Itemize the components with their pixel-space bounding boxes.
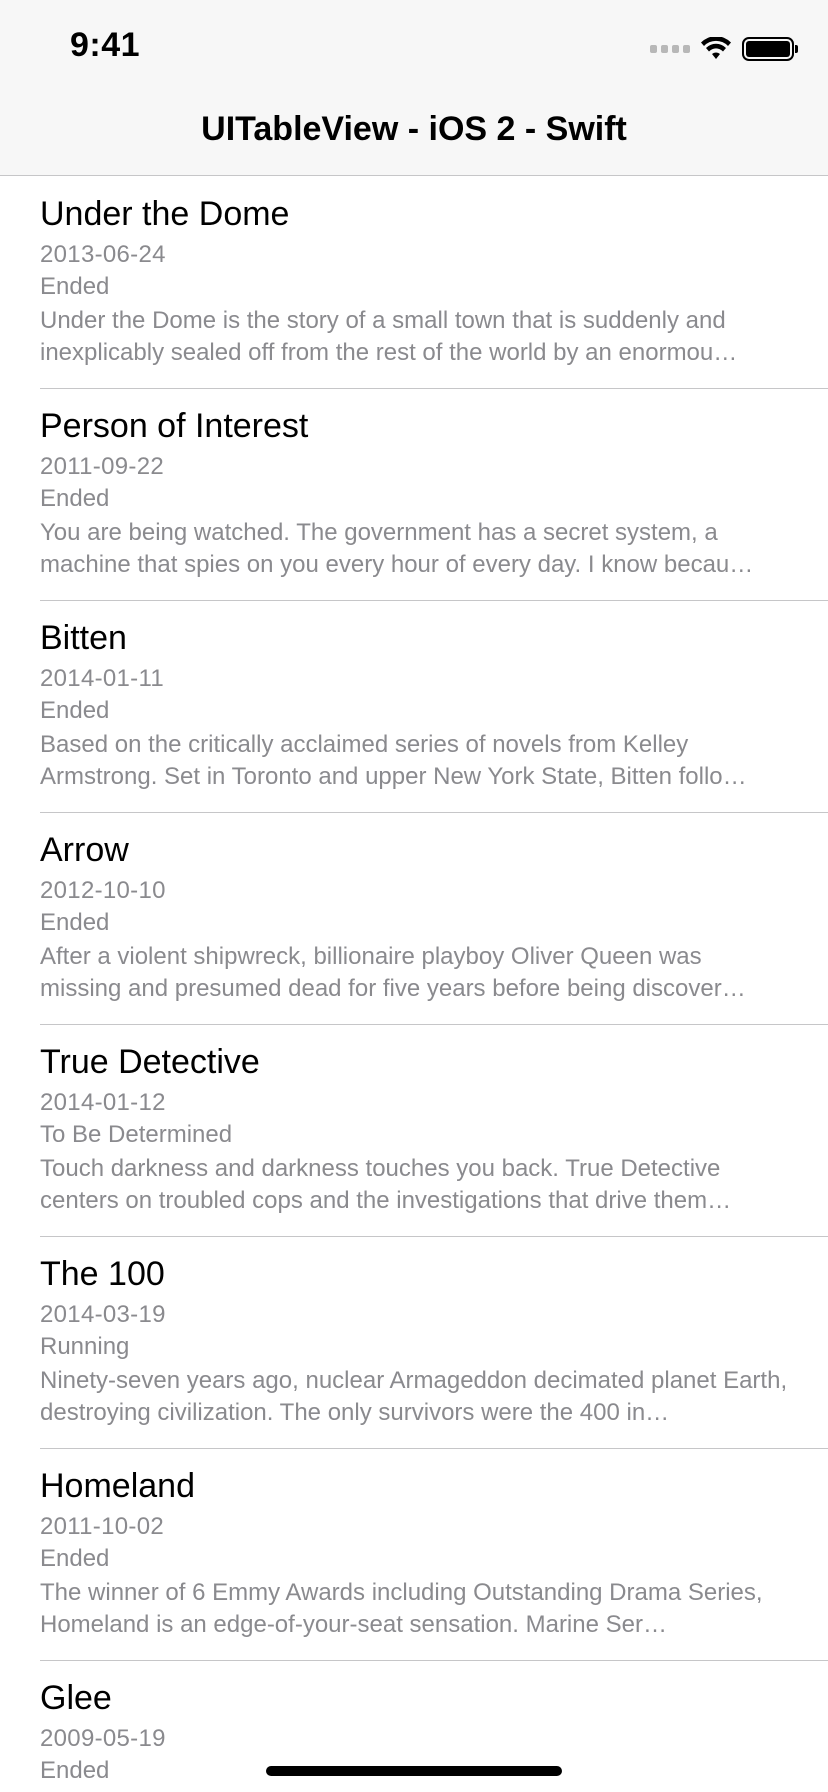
show-description: You are being watched. The government ha… <box>40 519 754 578</box>
table-row[interactable]: Arrow 2012-10-10 Ended After a violent s… <box>0 813 828 1025</box>
show-premiere-date: 2014-01-12 <box>40 1089 166 1116</box>
show-status: Running <box>40 1333 130 1360</box>
show-description: Under the Dome is the story of a small t… <box>40 307 738 366</box>
table-row[interactable]: Person of Interest 2011-09-22 Ended You … <box>0 389 828 601</box>
show-premiere-date: 2011-10-02 <box>40 1513 164 1540</box>
page-title: UITableView - iOS 2 - Swift <box>201 110 627 148</box>
table-row[interactable]: The 100 2014-03-19 Running Ninety-seven … <box>0 1237 828 1449</box>
show-status: Ended <box>40 1757 110 1784</box>
app-screen: 9:41 UITableView - iOS 2 - Swift Under t… <box>0 0 828 1792</box>
show-title: Under the Dome <box>40 195 290 233</box>
status-icons <box>650 36 798 62</box>
show-title: The 100 <box>40 1255 165 1293</box>
show-status: Ended <box>40 909 110 936</box>
show-title: Glee <box>40 1679 112 1717</box>
show-premiere-date: 2013-06-24 <box>40 241 166 268</box>
show-status: Ended <box>40 273 110 300</box>
show-title: Bitten <box>40 619 127 657</box>
show-status: Ended <box>40 1545 110 1572</box>
show-status: To Be Determined <box>40 1121 233 1148</box>
show-description: Touch darkness and darkness touches you … <box>40 1155 732 1214</box>
show-premiere-date: 2014-01-11 <box>40 665 164 692</box>
table-row[interactable]: True Detective 2014-01-12 To Be Determin… <box>0 1025 828 1237</box>
show-premiere-date: 2011-09-22 <box>40 453 164 480</box>
shows-table[interactable]: Under the Dome 2013-06-24 Ended Under th… <box>0 177 828 1792</box>
show-description: Ninety-seven years ago, nuclear Armagedd… <box>40 1367 788 1426</box>
wifi-icon <box>701 37 731 59</box>
home-indicator[interactable] <box>266 1766 562 1776</box>
table-row[interactable]: Under the Dome 2013-06-24 Ended Under th… <box>0 177 828 389</box>
show-premiere-date: 2009-05-19 <box>40 1725 166 1752</box>
show-title: True Detective <box>40 1043 260 1081</box>
signal-icon <box>650 45 690 53</box>
battery-icon <box>742 37 798 61</box>
status-time: 9:41 <box>70 26 141 64</box>
show-title: Person of Interest <box>40 407 309 445</box>
show-title: Arrow <box>40 831 129 869</box>
show-description: The winner of 6 Emmy Awards including Ou… <box>40 1579 763 1638</box>
show-description: After a violent shipwreck, billionaire p… <box>40 943 746 1002</box>
table-row[interactable]: Homeland 2011-10-02 Ended The winner of … <box>0 1449 828 1661</box>
show-status: Ended <box>40 485 110 512</box>
show-title: Homeland <box>40 1467 195 1505</box>
show-status: Ended <box>40 697 110 724</box>
show-premiere-date: 2012-10-10 <box>40 877 166 904</box>
table-row[interactable]: Bitten 2014-01-11 Ended Based on the cri… <box>0 601 828 813</box>
show-description: Based on the critically acclaimed series… <box>40 731 747 790</box>
navigation-bar: 9:41 UITableView - iOS 2 - Swift <box>0 0 828 176</box>
show-premiere-date: 2014-03-19 <box>40 1301 166 1328</box>
